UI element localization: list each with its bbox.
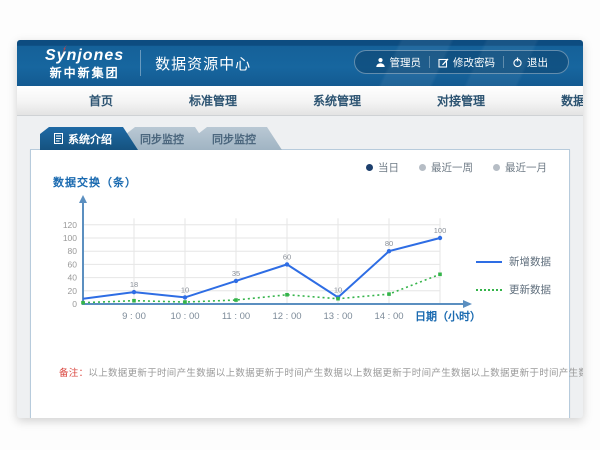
- chart-panel: 当日 最近一周 最近一月 数据交换（条） 0 20 40 60 80 100 120 9 : …: [30, 149, 570, 418]
- radio-last-month[interactable]: 最近一月: [493, 160, 547, 175]
- radio-today[interactable]: 当日: [366, 160, 399, 175]
- svg-text:60: 60: [283, 252, 291, 261]
- radio-label: 最近一月: [505, 160, 547, 175]
- tab-sync-monitor-1[interactable]: 同步监控: [126, 127, 210, 150]
- svg-text:11 : 00: 11 : 00: [222, 311, 250, 322]
- page-background: Synjones 新中新集团 数据资源中心 管理员: [0, 0, 600, 450]
- radio-dot-icon: [419, 164, 426, 171]
- footnote-prefix: 备注：: [59, 368, 88, 379]
- svg-text:100: 100: [434, 226, 447, 235]
- edit-icon: [438, 57, 449, 68]
- logout-button[interactable]: 退出: [504, 55, 556, 70]
- document-icon: [54, 133, 63, 144]
- user-menu: 管理员 修改密码 退出: [354, 50, 570, 74]
- solid-line-icon: [476, 261, 502, 263]
- svg-text:18: 18: [130, 280, 138, 289]
- svg-text:14 : 00: 14 : 00: [374, 311, 403, 322]
- svg-text:80: 80: [68, 246, 78, 256]
- dotted-line-icon: [476, 289, 502, 291]
- svg-text:0: 0: [72, 299, 77, 309]
- tab-label: 同步监控: [140, 131, 184, 147]
- radio-dot-icon: [366, 164, 373, 171]
- svg-text:100: 100: [63, 233, 77, 243]
- logo-text-en: Synjones: [45, 48, 124, 64]
- tab-bar: 系统介绍 同步监控 同步监控: [30, 127, 570, 150]
- change-password-label: 修改密码: [453, 55, 495, 70]
- legend-item-updated-data: 更新数据: [476, 282, 551, 297]
- nav-item-data-change[interactable]: 数据异动: [523, 92, 583, 109]
- svg-text:10: 10: [181, 285, 189, 294]
- power-icon: [512, 57, 523, 68]
- nav-item-interface-mgmt[interactable]: 对接管理: [399, 92, 523, 109]
- main-nav: 首页 标准管理 系统管理 对接管理 数据异动: [17, 86, 583, 116]
- svg-text:120: 120: [63, 220, 77, 230]
- svg-text:80: 80: [385, 239, 393, 248]
- tab-system-intro[interactable]: 系统介绍: [40, 127, 138, 150]
- svg-text:40: 40: [68, 273, 78, 283]
- logo-text-cn: 新中新集团: [45, 67, 124, 79]
- nav-item-standard-mgmt[interactable]: 标准管理: [151, 92, 275, 109]
- footnote: 备注：以上数据更新于时间产生数据以上数据更新于时间产生数据以上数据更新于时间产生…: [59, 365, 553, 379]
- legend-label: 新增数据: [509, 254, 551, 269]
- radio-label: 最近一周: [431, 160, 473, 175]
- content-area: 系统介绍 同步监控 同步监控 当日 最近一周: [17, 116, 583, 418]
- tab-label: 同步监控: [212, 131, 256, 147]
- tab-sync-monitor-2[interactable]: 同步监控: [198, 127, 282, 150]
- app-header: Synjones 新中新集团 数据资源中心 管理员: [17, 40, 583, 86]
- legend-label: 更新数据: [509, 282, 551, 297]
- admin-label: 管理员: [390, 55, 422, 70]
- header-divider: [140, 50, 141, 76]
- change-password-button[interactable]: 修改密码: [430, 55, 503, 70]
- nav-item-home[interactable]: 首页: [51, 92, 151, 109]
- radio-last-week[interactable]: 最近一周: [419, 160, 473, 175]
- time-range-selector: 当日 最近一周 最近一月: [366, 160, 547, 175]
- svg-text:日期（小时）: 日期（小时）: [415, 309, 481, 323]
- company-logo: Synjones 新中新集团: [45, 48, 124, 79]
- svg-text:35: 35: [232, 269, 240, 278]
- nav-item-system-mgmt[interactable]: 系统管理: [275, 92, 399, 109]
- tab-label: 系统介绍: [68, 131, 112, 147]
- y-axis-title: 数据交换（条）: [53, 174, 553, 190]
- svg-text:12 : 00: 12 : 00: [272, 311, 301, 322]
- legend-item-new-data: 新增数据: [476, 254, 551, 269]
- svg-text:13 : 00: 13 : 00: [323, 311, 352, 322]
- svg-text:9 : 00: 9 : 00: [122, 311, 146, 322]
- chart-wrap: 0 20 40 60 80 100 120 9 : 00 10 : 00 11 : 00 12 : …: [47, 192, 553, 339]
- admin-button[interactable]: 管理员: [367, 55, 430, 70]
- svg-text:10: 10: [334, 285, 342, 294]
- svg-text:60: 60: [68, 259, 78, 269]
- line-chart: 0 20 40 60 80 100 120 9 : 00 10 : 00 11 : 00 12 : …: [47, 192, 483, 334]
- app-window: Synjones 新中新集团 数据资源中心 管理员: [17, 40, 583, 418]
- user-icon: [375, 57, 386, 68]
- svg-text:10 : 00: 10 : 00: [170, 311, 199, 322]
- svg-text:20: 20: [68, 286, 78, 296]
- radio-dot-icon: [493, 164, 500, 171]
- chart-legend: 新增数据 更新数据: [476, 254, 551, 297]
- logout-label: 退出: [527, 55, 548, 70]
- radio-label: 当日: [378, 160, 399, 175]
- app-title: 数据资源中心: [155, 53, 251, 74]
- footnote-text: 以上数据更新于时间产生数据以上数据更新于时间产生数据以上数据更新于时间产生数据以…: [88, 368, 583, 379]
